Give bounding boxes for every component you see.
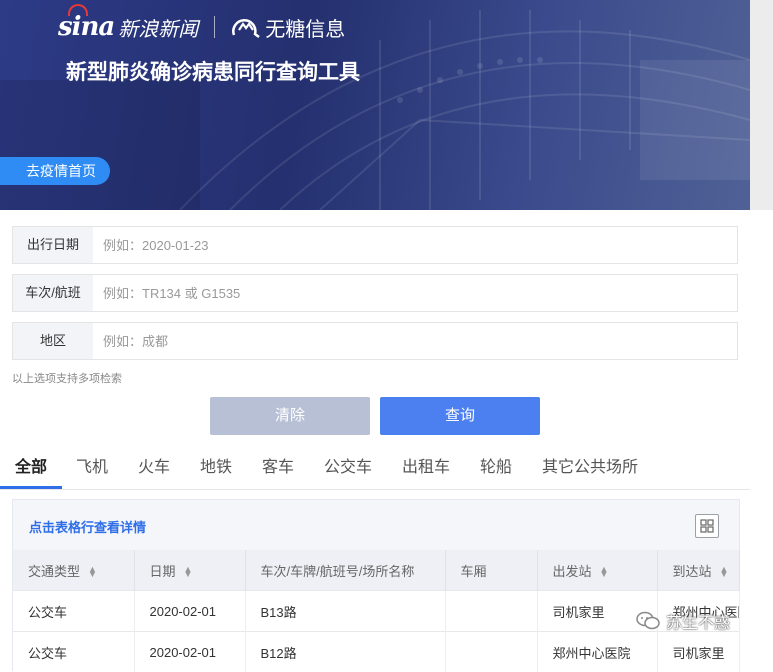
- grid-view-icon: [700, 519, 714, 533]
- column-header-arrival[interactable]: 到达站▲▼: [657, 550, 739, 591]
- partner-name: 无糖信息: [265, 13, 345, 42]
- cell-type: 公交车: [13, 591, 134, 632]
- cell-carriage: [445, 632, 537, 672]
- sort-icon[interactable]: ▲▼: [184, 567, 193, 577]
- sort-icon[interactable]: ▲▼: [600, 567, 609, 577]
- column-header-date[interactable]: 日期▲▼: [134, 550, 245, 591]
- tab-train[interactable]: 火车: [138, 449, 170, 487]
- column-header-departure[interactable]: 出发站▲▼: [537, 550, 657, 591]
- cell-date: 2020-02-01: [134, 632, 245, 672]
- trip-label: 车次/航班: [13, 275, 93, 311]
- active-tab-indicator: [0, 486, 62, 489]
- tab-taxi[interactable]: 出租车: [402, 449, 450, 487]
- logo-bar: sina 新浪新闻 无糖信息: [58, 12, 345, 42]
- column-header-carriage[interactable]: 车厢: [445, 550, 537, 591]
- transport-tabs: 全部 飞机 火车 地铁 客车 公交车 出租车 轮船 其它公共场所: [0, 449, 750, 490]
- cell-trip: B13路: [245, 591, 445, 632]
- trip-field: 车次/航班: [12, 274, 738, 312]
- wutang-logo-icon: [231, 15, 261, 39]
- date-field: 出行日期: [12, 226, 738, 264]
- region-label: 地区: [13, 323, 93, 359]
- watermark: 苏生不惑: [636, 609, 730, 633]
- grid-view-button[interactable]: [695, 514, 719, 538]
- scroll-gutter: [750, 0, 773, 210]
- results-title: 点击表格行查看详情: [29, 517, 146, 536]
- sort-icon[interactable]: ▲▼: [88, 567, 97, 577]
- sort-icon[interactable]: ▲▼: [720, 567, 729, 577]
- cell-date: 2020-02-01: [134, 591, 245, 632]
- wechat-icon: [636, 611, 660, 631]
- watermark-text: 苏生不惑: [666, 609, 730, 633]
- tab-plane[interactable]: 飞机: [76, 449, 108, 487]
- cell-trip: B12路: [245, 632, 445, 672]
- query-button[interactable]: 查询: [380, 397, 540, 435]
- cell-departure: 郑州中心医院: [537, 632, 657, 672]
- sina-logo: sina: [58, 12, 114, 42]
- results-table: 交通类型▲▼ 日期▲▼ 车次/车牌/航班号/场所名称 车厢 出发站▲▼ 到达站▲…: [13, 550, 740, 672]
- page-title: 新型肺炎确诊病患同行查询工具: [66, 56, 360, 86]
- region-field: 地区: [12, 322, 738, 360]
- logo-divider: [214, 16, 215, 38]
- table-row[interactable]: 公交车 2020-02-01 B12路 郑州中心医院 司机家里: [13, 632, 739, 672]
- cell-carriage: [445, 591, 537, 632]
- table-header-row: 交通类型▲▼ 日期▲▼ 车次/车牌/航班号/场所名称 车厢 出发站▲▼ 到达站▲…: [13, 550, 739, 591]
- clear-button[interactable]: 清除: [210, 397, 370, 435]
- sina-logo-text: sina: [58, 12, 114, 42]
- date-label: 出行日期: [13, 227, 93, 263]
- column-header-type[interactable]: 交通类型▲▼: [13, 550, 134, 591]
- tab-other-places[interactable]: 其它公共场所: [542, 449, 638, 487]
- tab-coach[interactable]: 客车: [262, 449, 294, 487]
- trip-input[interactable]: [93, 275, 725, 311]
- header-banner: sina 新浪新闻 无糖信息 新型肺炎确诊病患同行查询工具 去疫情首页: [0, 0, 750, 210]
- cell-type: 公交车: [13, 632, 134, 672]
- sina-name: 新浪新闻: [118, 13, 198, 42]
- region-input[interactable]: [93, 323, 725, 359]
- search-hint: 以上选项支持多项检索: [12, 370, 122, 386]
- results-panel: 点击表格行查看详情 交通类型▲▼ 日期▲▼ 车次/车牌/航班号/场所名称 车厢 …: [12, 499, 740, 671]
- table-row[interactable]: 公交车 2020-02-01 B13路 司机家里 郑州中心医院: [13, 591, 739, 632]
- date-input[interactable]: [93, 227, 725, 263]
- tab-all[interactable]: 全部: [15, 449, 47, 487]
- epidemic-home-button[interactable]: 去疫情首页: [0, 157, 110, 185]
- tab-ship[interactable]: 轮船: [480, 449, 512, 487]
- cell-arrival: 司机家里: [657, 632, 739, 672]
- tab-bus[interactable]: 公交车: [324, 449, 372, 487]
- tab-subway[interactable]: 地铁: [200, 449, 232, 487]
- column-header-trip[interactable]: 车次/车牌/航班号/场所名称: [245, 550, 445, 591]
